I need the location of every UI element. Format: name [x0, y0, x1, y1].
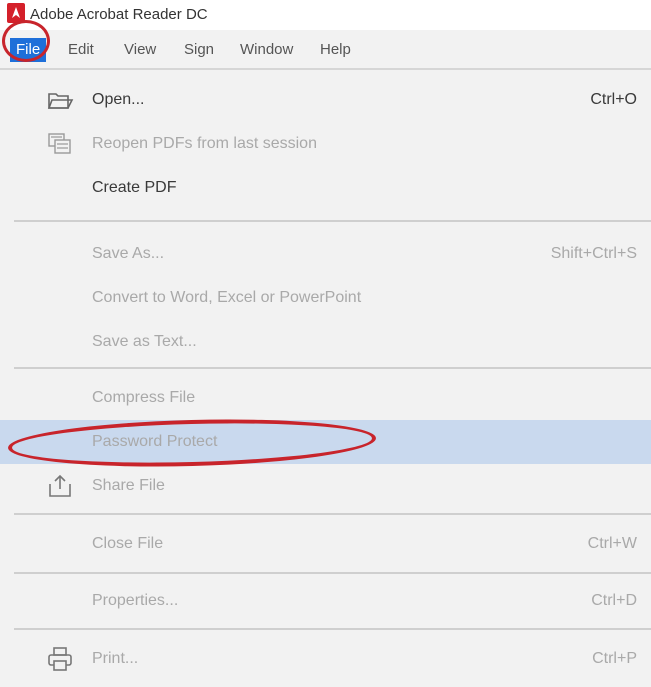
menu-bar: File Edit View Sign Window Help	[0, 30, 651, 70]
menu-sign[interactable]: Sign	[178, 38, 220, 62]
menu-item-reopen-pdfs[interactable]: Reopen PDFs from last session	[0, 122, 651, 166]
menu-item-properties[interactable]: Properties... Ctrl+D	[0, 579, 651, 623]
menu-item-label: Share File	[92, 477, 165, 494]
menu-item-print[interactable]: Print... Ctrl+P	[0, 637, 651, 681]
menu-item-share-file[interactable]: Share File	[0, 464, 651, 508]
share-icon	[49, 474, 71, 497]
open-folder-icon	[47, 93, 74, 109]
menu-item-close-file[interactable]: Close File Ctrl+W	[0, 522, 651, 566]
menu-item-open[interactable]: Open... Ctrl+O	[0, 78, 651, 122]
menu-item-save-as[interactable]: Save As... Shift+Ctrl+S	[0, 232, 651, 276]
file-menu-dropdown: Open... Ctrl+O Reopen PDFs from last ses…	[0, 70, 651, 687]
menu-item-compress-file[interactable]: Compress File	[0, 376, 651, 420]
menu-item-password-protect[interactable]: Password Protect	[0, 420, 651, 464]
menu-item-label: Save As...	[92, 245, 165, 262]
menu-item-save-as-text[interactable]: Save as Text...	[0, 320, 651, 364]
menu-separator	[14, 628, 651, 630]
menu-item-label: Password Protect	[92, 433, 218, 450]
menu-window[interactable]: Window	[234, 38, 299, 62]
title-bar: Adobe Acrobat Reader DC	[0, 0, 651, 30]
menu-item-create-pdf[interactable]: Create PDF	[0, 166, 651, 210]
menu-separator	[14, 572, 651, 574]
menu-view[interactable]: View	[118, 38, 162, 62]
menu-edit[interactable]: Edit	[62, 38, 100, 62]
printer-icon	[48, 647, 72, 671]
menu-item-label: Properties...	[92, 592, 179, 609]
menu-item-shortcut: Ctrl+D	[591, 592, 637, 609]
menu-separator	[14, 513, 651, 515]
menu-item-convert[interactable]: Convert to Word, Excel or PowerPoint	[0, 276, 651, 320]
menu-item-label: Close File	[92, 535, 164, 552]
menu-item-label: Save as Text...	[92, 333, 197, 350]
menu-item-label: Print...	[92, 650, 139, 667]
menu-item-shortcut: Ctrl+P	[592, 650, 637, 667]
menu-help[interactable]: Help	[314, 38, 357, 62]
acrobat-logo-icon	[7, 3, 25, 23]
menu-item-label: Open...	[92, 91, 145, 108]
menu-item-label: Convert to Word, Excel or PowerPoint	[92, 289, 362, 306]
menu-separator	[14, 220, 651, 222]
reopen-documents-icon	[48, 133, 71, 154]
menu-item-shortcut: Shift+Ctrl+S	[550, 245, 637, 262]
menu-file[interactable]: File	[10, 38, 47, 62]
window-title: Adobe Acrobat Reader DC	[30, 6, 208, 23]
menu-separator	[14, 367, 651, 369]
menu-item-label: Compress File	[92, 389, 196, 406]
menu-item-label: Reopen PDFs from last session	[92, 135, 317, 152]
menu-item-shortcut: Ctrl+O	[590, 91, 637, 108]
menu-item-shortcut: Ctrl+W	[587, 535, 637, 552]
menu-item-label: Create PDF	[92, 179, 177, 196]
